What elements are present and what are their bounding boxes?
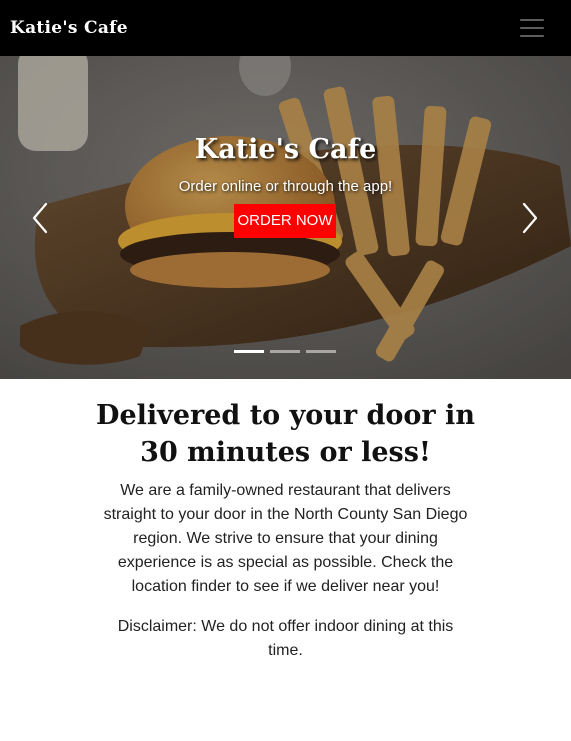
hero-carousel: Katie's Cafe Order online or through the… (0, 56, 571, 379)
carousel-indicators (0, 350, 571, 354)
main-content: Delivered to your door in 30 minutes or … (0, 379, 571, 741)
navbar: Katie's Cafe (0, 0, 571, 56)
carousel-indicator-2[interactable] (270, 350, 300, 353)
brand-logo[interactable]: Katie's Cafe (10, 14, 128, 42)
carousel-indicator-1[interactable] (234, 350, 264, 353)
carousel-title: Katie's Cafe (194, 134, 377, 165)
disclaimer-paragraph: Disclaimer: We do not offer indoor dinin… (117, 618, 454, 659)
carousel-subtitle: Order online or through the app! (178, 178, 393, 195)
carousel-prev-button[interactable] (26, 200, 56, 236)
navbar-toggle-button[interactable] (512, 10, 552, 46)
carousel-indicator-3[interactable] (306, 350, 336, 353)
carousel-next-button[interactable] (514, 200, 544, 236)
hamburger-menu-icon (520, 19, 544, 21)
order-now-button[interactable]: ORDER NOW (234, 204, 336, 238)
chevron-right-icon (522, 202, 538, 234)
delivery-headline: Delivered to your door in 30 minutes or … (96, 400, 475, 468)
intro-paragraph: We are a family-owned restaurant that de… (103, 482, 468, 595)
chevron-left-icon (32, 202, 48, 234)
